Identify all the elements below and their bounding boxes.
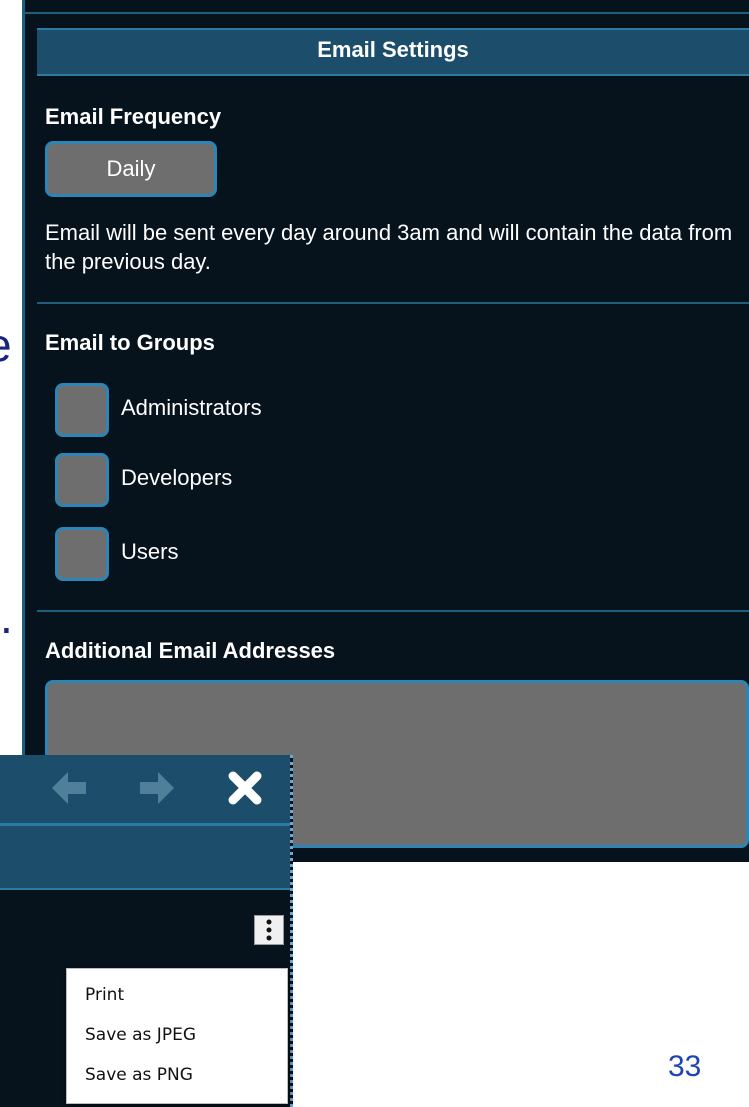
frequency-description: Email will be sent every day around 3am …	[45, 220, 733, 274]
checkbox[interactable]	[55, 383, 109, 437]
slide-text-fragment: .	[0, 591, 13, 643]
frequency-select-button[interactable]: Daily	[45, 141, 217, 197]
checkbox-label: Administrators	[121, 395, 262, 420]
forward-arrow-icon[interactable]	[132, 763, 182, 813]
menu-item-save-png[interactable]: Save as PNG	[85, 1065, 193, 1085]
section-divider	[37, 610, 749, 612]
menu-item-print[interactable]: Print	[85, 985, 124, 1005]
additional-emails-title: Additional Email Addresses	[45, 638, 336, 663]
checkbox[interactable]	[55, 453, 109, 507]
email-frequency-title: Email Frequency	[45, 104, 222, 129]
slide-text-fragment: e	[0, 318, 12, 372]
menu-item-save-jpeg[interactable]: Save as JPEG	[85, 1025, 196, 1045]
email-settings-panel: Email Settings Email Frequency Daily Ema…	[22, 0, 749, 862]
export-context-menu: Print Save as JPEG Save as PNG	[66, 968, 288, 1104]
panel-header: Email Settings	[37, 28, 749, 76]
panel-top-bar	[25, 0, 749, 14]
kebab-menu-icon[interactable]	[254, 915, 284, 945]
section-divider	[37, 302, 749, 304]
chart-window-toolbar	[0, 755, 290, 823]
chart-window-title-bar	[0, 826, 290, 888]
checkbox-label: Users	[121, 539, 179, 564]
toolbar-divider	[0, 888, 290, 890]
checkbox[interactable]	[55, 527, 109, 581]
chart-window: Print Save as JPEG Save as PNG	[0, 755, 293, 1107]
email-groups-title: Email to Groups	[45, 330, 215, 355]
close-icon[interactable]	[220, 763, 270, 813]
checkbox-label: Developers	[121, 465, 233, 490]
back-arrow-icon[interactable]	[44, 763, 94, 813]
slide-page-number: 33	[668, 1050, 702, 1083]
